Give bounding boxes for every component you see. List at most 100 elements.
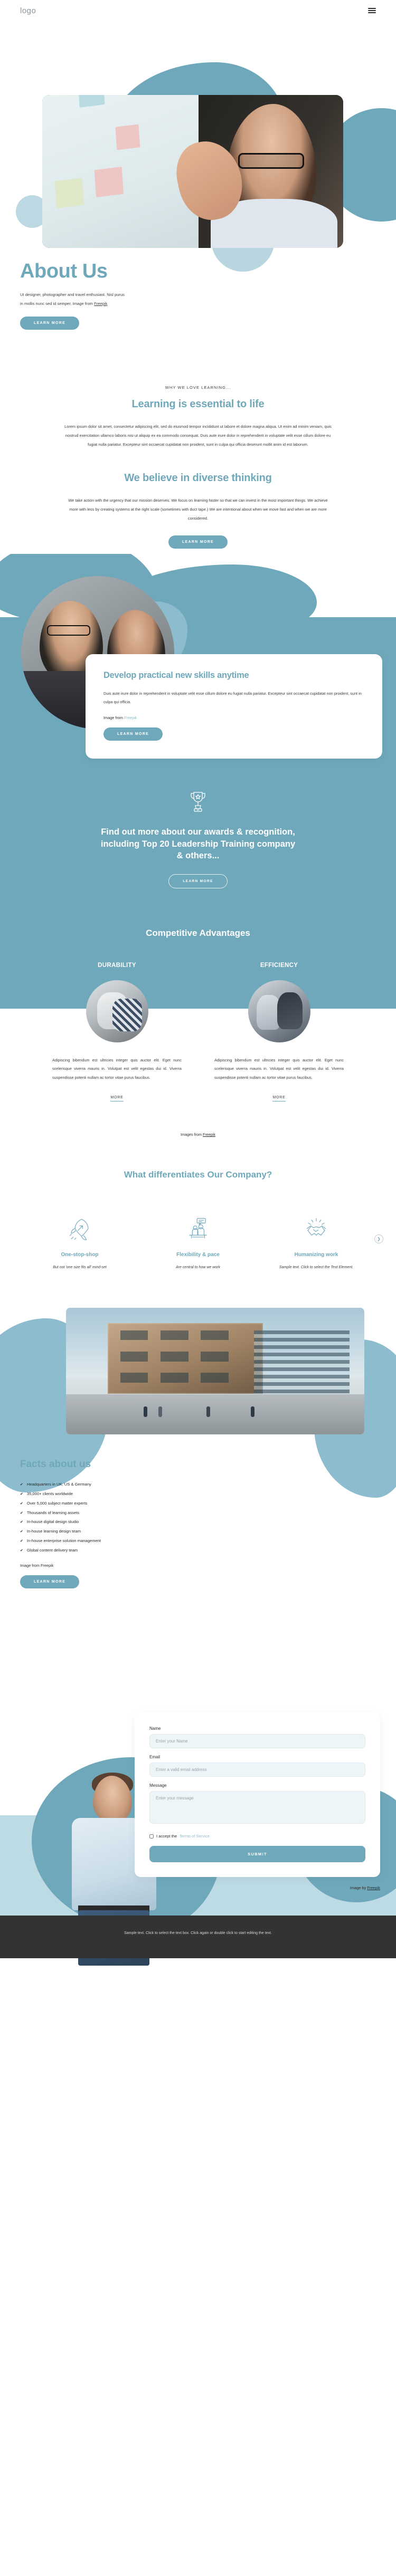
skills-card: Develop practical new skills anytime Dui… — [86, 654, 382, 759]
advantage-paragraph: Adipiscing bibendum est ultricies intege… — [52, 1057, 182, 1080]
competitive-title: Competitive Advantages — [146, 927, 250, 938]
advantage-more-link[interactable]: MORE — [272, 1096, 286, 1102]
fact-text: In-house enterprise solution management — [26, 1538, 101, 1543]
check-icon: ✔ — [20, 1492, 23, 1497]
hero-whiteboard-photo — [42, 95, 343, 248]
pedestrian — [206, 1406, 210, 1417]
differentiator-humanizing-work: Humanizing work Sample text. Click to se… — [266, 1213, 366, 1271]
check-icon: ✔ — [20, 1483, 23, 1487]
window — [120, 1351, 148, 1362]
meeting-presentation-icon — [148, 1213, 248, 1244]
list-item: ✔ Global content delivery team — [20, 1546, 364, 1555]
facts-content: Facts about us ✔ Headquarters in UK, US &… — [0, 1434, 396, 1589]
check-icon: ✔ — [20, 1511, 23, 1515]
differentiator-one-stop-shop: One-stop-shop But not 'one size fits all… — [30, 1213, 130, 1271]
contact-credit: Image by Freepik — [0, 1877, 396, 1916]
skills-title: Develop practical new skills anytime — [103, 671, 249, 681]
fact-text: Over 5,000 subject matter experts — [26, 1500, 88, 1506]
freepik-link[interactable]: Freepik — [124, 715, 137, 720]
sticky-note — [78, 95, 105, 108]
differentiator-heading: One-stop-shop — [61, 1252, 99, 1258]
skills-section: Develop practical new skills anytime Dui… — [0, 554, 396, 759]
contact-section: Name Email Message I accept the Terms of… — [0, 1712, 396, 1966]
terms-row: I accept the Terms of Service — [149, 1834, 365, 1838]
plaza-ground — [66, 1394, 364, 1435]
accept-terms-label: I accept the — [156, 1834, 177, 1839]
list-item: ✔ Headquarters in UK, US & Germany — [20, 1480, 364, 1489]
burger-line — [368, 10, 376, 11]
terms-of-service-link[interactable]: Terms of Service — [180, 1834, 210, 1838]
sticky-note — [115, 124, 140, 150]
facts-title: Facts about us — [20, 1459, 91, 1470]
pedestrian — [251, 1406, 255, 1417]
window — [160, 1373, 188, 1383]
submit-button[interactable]: SUBMIT — [149, 1846, 365, 1863]
skills-paragraph: Duis aute irure dolor in reprehenderit i… — [103, 691, 362, 705]
awards-title: Find out more about our awards & recogni… — [100, 827, 296, 860]
list-item: ✔ Thousands of learning assets — [20, 1508, 364, 1518]
advantage-paragraph: Adipiscing bibendum est ultricies intege… — [214, 1057, 344, 1080]
advantage-photo — [86, 980, 148, 1042]
chevron-right-icon[interactable]: ❯ — [374, 1234, 383, 1243]
window — [201, 1351, 229, 1362]
freepik-link[interactable]: Freepik — [41, 1563, 53, 1568]
advantage-more-link[interactable]: MORE — [110, 1096, 124, 1102]
differentiator-heading: Flexibility & pace — [176, 1252, 220, 1258]
message-label: Message — [149, 1783, 167, 1788]
credit-prefix: Image by — [350, 1885, 367, 1891]
message-textarea[interactable] — [149, 1791, 365, 1824]
check-icon: ✔ — [20, 1501, 23, 1506]
advantage-heading: EFFICIENCY — [260, 962, 298, 969]
learning-eyebrow: WHY WE LOVE LEARNING... — [165, 385, 231, 390]
freepik-link[interactable]: Freepik — [367, 1885, 380, 1890]
window — [120, 1330, 148, 1340]
freepik-link[interactable]: Freepik — [94, 301, 107, 306]
learning-title: Learning is essential to life — [131, 398, 265, 410]
window — [160, 1351, 188, 1362]
awards-learn-more-button[interactable]: LEARN MORE — [168, 874, 228, 888]
credit-prefix: Images from — [181, 1132, 203, 1137]
diverse-title: We believe in diverse thinking — [124, 472, 272, 484]
diverse-thinking-section: We believe in diverse thinking We take a… — [0, 449, 396, 549]
glasses — [238, 153, 304, 169]
name-input[interactable] — [149, 1734, 365, 1749]
sticky-note — [94, 167, 124, 198]
facts-learn-more-button[interactable]: LEARN MORE — [20, 1575, 80, 1589]
hero-content: About Us UI designer, photographer and t… — [20, 261, 189, 330]
window — [201, 1373, 229, 1383]
window — [120, 1373, 148, 1383]
hero-learn-more-button[interactable]: LEARN MORE — [20, 317, 80, 330]
check-icon: ✔ — [20, 1520, 23, 1525]
logo[interactable]: logo — [20, 6, 36, 15]
office-building-photo — [66, 1308, 364, 1435]
fact-text: Thousands of learning assets — [26, 1510, 80, 1515]
competitive-credit: Images from Freepik — [0, 1132, 396, 1137]
contact-form: Name Email Message I accept the Terms of… — [135, 1712, 380, 1878]
fact-text: Headquarters in UK, US & Germany — [26, 1482, 91, 1487]
learning-section: WHY WE LOVE LEARNING... Learning is esse… — [0, 359, 396, 449]
skills-credit: Image from Freepik — [103, 715, 364, 720]
footer-text: Sample text. Click to select the text bo… — [124, 1931, 272, 1936]
handshake-icon — [266, 1213, 366, 1244]
facts-list: ✔ Headquarters in UK, US & Germany ✔ 35,00… — [20, 1480, 364, 1555]
list-item: ✔ Over 5,000 subject matter experts — [20, 1499, 364, 1508]
differentiator-heading: Humanizing work — [294, 1252, 338, 1258]
list-item: ✔ In-house learning design team — [20, 1527, 364, 1536]
facts-credit: Image from Freepik — [20, 1563, 364, 1568]
window — [201, 1330, 229, 1340]
list-item: ✔ 35,000+ clients worldwide — [20, 1489, 364, 1499]
window — [160, 1330, 188, 1340]
check-icon: ✔ — [20, 1539, 23, 1543]
advantage-column-durability: DURABILITY Adipiscing bibendum est ultri… — [52, 962, 182, 1102]
hero-paragraph-text: UI designer, photographer and travel ent… — [20, 292, 125, 306]
diverse-learn-more-button[interactable]: LEARN MORE — [168, 535, 228, 549]
building-block — [108, 1323, 263, 1394]
freepik-link[interactable]: Freepik — [203, 1132, 215, 1137]
credit-prefix: Image from — [20, 1563, 41, 1568]
email-input[interactable] — [149, 1763, 365, 1777]
accept-terms-checkbox[interactable] — [149, 1834, 154, 1838]
hero-paragraph: UI designer, photographer and travel ent… — [20, 290, 128, 308]
glasses — [47, 625, 91, 636]
skills-learn-more-button[interactable]: LEARN MORE — [103, 727, 163, 741]
hamburger-menu-icon[interactable] — [368, 8, 376, 13]
